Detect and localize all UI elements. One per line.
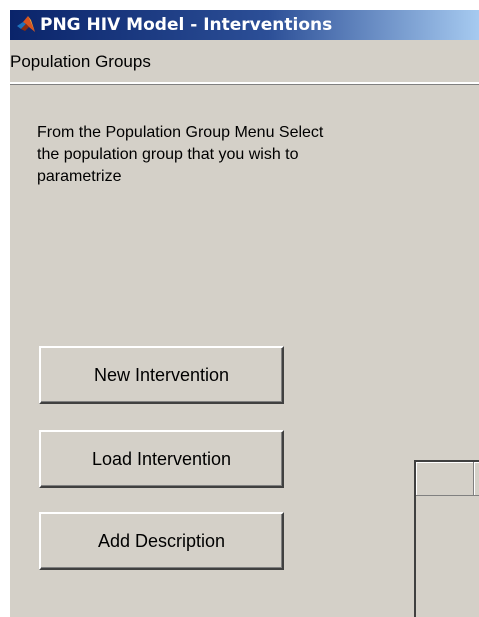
app-window: PNG HIV Model - Interventions Population… xyxy=(10,10,479,617)
window-title: PNG HIV Model - Interventions xyxy=(40,15,333,35)
menu-population-groups[interactable]: Population Groups xyxy=(10,52,153,72)
menu-bar: Population Groups xyxy=(10,40,479,84)
table-row-header xyxy=(416,496,474,617)
title-bar[interactable]: PNG HIV Model - Interventions xyxy=(10,10,479,40)
table-column-header[interactable] xyxy=(474,462,479,496)
interventions-table[interactable] xyxy=(414,460,479,617)
matlab-icon xyxy=(16,15,36,35)
load-intervention-button[interactable]: Load Intervention xyxy=(39,430,284,488)
new-intervention-button[interactable]: New Intervention xyxy=(39,346,284,404)
instructions-text: From the Population Group Menu Select th… xyxy=(37,124,324,185)
add-description-button[interactable]: Add Description xyxy=(39,512,284,570)
table-corner-cell xyxy=(416,462,474,496)
